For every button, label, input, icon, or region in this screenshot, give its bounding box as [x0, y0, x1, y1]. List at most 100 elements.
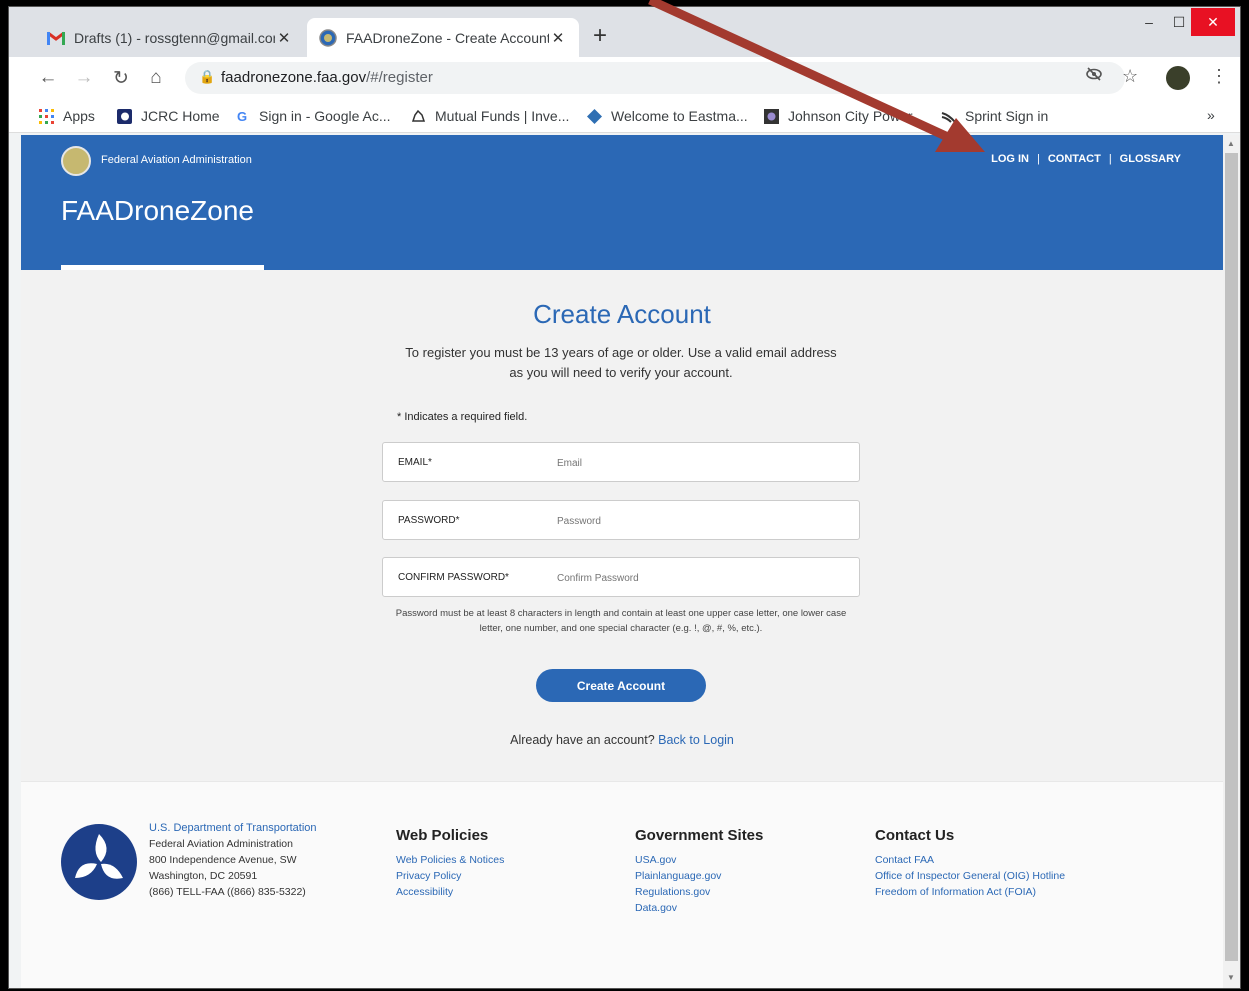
- site-brand[interactable]: FAADroneZone: [61, 195, 254, 227]
- intro-text: To register you must be 13 years of age …: [405, 345, 837, 380]
- site-footer: U.S. Department of Transportation Federa…: [21, 781, 1223, 988]
- back-arrow-icon[interactable]: ←: [35, 65, 61, 91]
- sprint-icon: [939, 107, 957, 125]
- tab-strip: Drafts (1) - rossgtenn@gmail.com ✕ FAADr…: [9, 7, 1240, 57]
- login-link[interactable]: LOG IN: [991, 153, 1029, 165]
- confirm-password-input[interactable]: [557, 568, 847, 588]
- ship-icon: [409, 107, 427, 125]
- footer-link[interactable]: Data.gov: [635, 900, 763, 916]
- footer-contact-us: Contact Us Contact FAA Office of Inspect…: [875, 827, 1065, 900]
- lock-icon[interactable]: 🔒: [199, 69, 215, 85]
- url-host: faadronezone.faa.gov: [221, 69, 367, 86]
- new-tab-button[interactable]: +: [593, 24, 607, 48]
- page-title: Create Account: [533, 299, 711, 329]
- footer-link[interactable]: Accessibility: [396, 884, 504, 900]
- bookmark-label: Apps: [63, 108, 95, 124]
- bookmark-eastman[interactable]: Welcome to Eastma...: [585, 107, 748, 125]
- tab-gmail-drafts[interactable]: Drafts (1) - rossgtenn@gmail.com ✕: [35, 18, 305, 57]
- dot-logo[interactable]: [61, 824, 137, 900]
- nav-separator: |: [1108, 153, 1112, 165]
- footer-link[interactable]: USA.gov: [635, 852, 763, 868]
- footer-link[interactable]: Office of Inspector General (OIG) Hotlin…: [875, 868, 1065, 884]
- star-icon[interactable]: ☆: [1122, 66, 1138, 87]
- bookmark-label: Sign in - Google Ac...: [259, 108, 391, 124]
- address-line: 800 Independence Avenue, SW: [149, 854, 297, 866]
- footer-link[interactable]: Freedom of Information Act (FOIA): [875, 884, 1065, 900]
- contact-link[interactable]: CONTACT: [1048, 153, 1101, 165]
- footer-link[interactable]: Regulations.gov: [635, 884, 763, 900]
- glossary-link[interactable]: GLOSSARY: [1120, 153, 1181, 165]
- bookmarks-overflow-icon[interactable]: »: [1207, 107, 1215, 123]
- site-header: Federal Aviation Administration FAADrone…: [21, 135, 1223, 270]
- gmail-icon: [47, 29, 65, 47]
- login-prompt: Already have an account? Back to Login: [21, 733, 1223, 747]
- header-nav: LOG IN | CONTACT | GLOSSARY: [991, 153, 1181, 165]
- footer-heading: Government Sites: [635, 827, 764, 844]
- jcp-icon: [762, 107, 780, 125]
- close-tab-icon[interactable]: ✕: [275, 29, 293, 47]
- faa-seal-icon: [319, 28, 337, 47]
- bookmark-label: JCRC Home: [141, 108, 220, 124]
- close-tab-icon[interactable]: ✕: [549, 29, 567, 47]
- profile-avatar[interactable]: [1166, 66, 1190, 90]
- address-line: Federal Aviation Administration: [149, 838, 293, 850]
- forward-arrow-icon[interactable]: →: [71, 65, 97, 91]
- eye-slash-icon[interactable]: [1085, 66, 1103, 87]
- bookmark-google-signin[interactable]: G Sign in - Google Ac...: [233, 107, 391, 125]
- required-field-note: * Indicates a required field.: [397, 411, 528, 423]
- reload-icon[interactable]: ↻: [108, 65, 134, 91]
- vertical-scrollbar[interactable]: ▲ ▼: [1223, 135, 1240, 988]
- email-field[interactable]: EMAIL*: [382, 442, 860, 482]
- agency-name[interactable]: Federal Aviation Administration: [101, 154, 252, 166]
- scroll-up-icon[interactable]: ▲: [1227, 139, 1235, 148]
- bookmark-label: Welcome to Eastma...: [611, 108, 748, 124]
- email-input[interactable]: [557, 453, 847, 473]
- bookmark-johnson-city-power[interactable]: Johnson City Power: [762, 107, 913, 125]
- footer-government-sites: Government Sites USA.gov Plainlanguage.g…: [635, 827, 763, 916]
- password-label: PASSWORD*: [398, 515, 460, 526]
- home-icon[interactable]: ⌂: [143, 65, 169, 91]
- create-account-button[interactable]: Create Account: [536, 669, 706, 702]
- footer-link[interactable]: Privacy Policy: [396, 868, 504, 884]
- close-window-button[interactable]: ✕: [1191, 8, 1235, 36]
- dot-link[interactable]: U.S. Department of Transportation: [149, 820, 317, 836]
- password-requirements: Password must be at least 8 characters i…: [395, 608, 847, 634]
- already-text: Already have an account?: [510, 733, 655, 747]
- address-line: Washington, DC 20591: [149, 870, 258, 882]
- footer-heading: Contact Us: [875, 827, 955, 844]
- maximize-button[interactable]: ☐: [1164, 7, 1194, 37]
- tab-title: Drafts (1) - rossgtenn@gmail.com: [74, 29, 275, 46]
- tab-title: FAADroneZone - Create Account: [346, 29, 549, 46]
- address-bar[interactable]: 🔒 faadronezone.faa.gov/#/register: [185, 62, 1125, 94]
- footer-link[interactable]: Web Policies & Notices: [396, 852, 504, 868]
- browser-window: Drafts (1) - rossgtenn@gmail.com ✕ FAADr…: [8, 6, 1241, 989]
- webpage: Federal Aviation Administration FAADrone…: [21, 135, 1223, 988]
- confirm-password-field[interactable]: CONFIRM PASSWORD*: [382, 557, 860, 597]
- footer-link[interactable]: Contact FAA: [875, 852, 1065, 868]
- address-url[interactable]: faadronezone.faa.gov/#/register: [221, 69, 433, 86]
- nav-separator: |: [1036, 153, 1040, 165]
- tab-faadronezone[interactable]: FAADroneZone - Create Account ✕: [307, 18, 579, 57]
- bookmark-jcrc-home[interactable]: JCRC Home: [115, 107, 220, 125]
- faa-seal-logo[interactable]: [61, 146, 91, 176]
- more-menu-icon[interactable]: ⋮: [1210, 66, 1228, 87]
- bookmarks-bar: Apps JCRC Home G Sign in - Google Ac... M…: [9, 99, 1240, 133]
- confirm-password-label: CONFIRM PASSWORD*: [398, 572, 509, 583]
- active-tab-underline: [61, 265, 264, 270]
- bookmark-mutual-funds[interactable]: Mutual Funds | Inve...: [409, 107, 569, 125]
- scrollbar-thumb[interactable]: [1225, 153, 1238, 961]
- password-field[interactable]: PASSWORD*: [382, 500, 860, 540]
- bookmark-apps[interactable]: Apps: [37, 107, 95, 125]
- url-path: /#/register: [366, 69, 433, 86]
- password-input[interactable]: [557, 511, 847, 531]
- scroll-down-icon[interactable]: ▼: [1227, 973, 1235, 982]
- browser-toolbar: ← → ↻ ⌂ 🔒 faadronezone.faa.gov/#/registe…: [9, 57, 1240, 99]
- dot-address: U.S. Department of Transportation Federa…: [149, 820, 317, 900]
- bookmark-sprint[interactable]: Sprint Sign in: [939, 107, 1048, 125]
- email-label: EMAIL*: [398, 457, 432, 468]
- back-to-login-link[interactable]: Back to Login: [658, 733, 734, 747]
- footer-heading: Web Policies: [396, 827, 489, 844]
- bookmark-label: Sprint Sign in: [965, 108, 1049, 124]
- footer-link[interactable]: Plainlanguage.gov: [635, 868, 763, 884]
- minimize-button[interactable]: –: [1134, 7, 1164, 37]
